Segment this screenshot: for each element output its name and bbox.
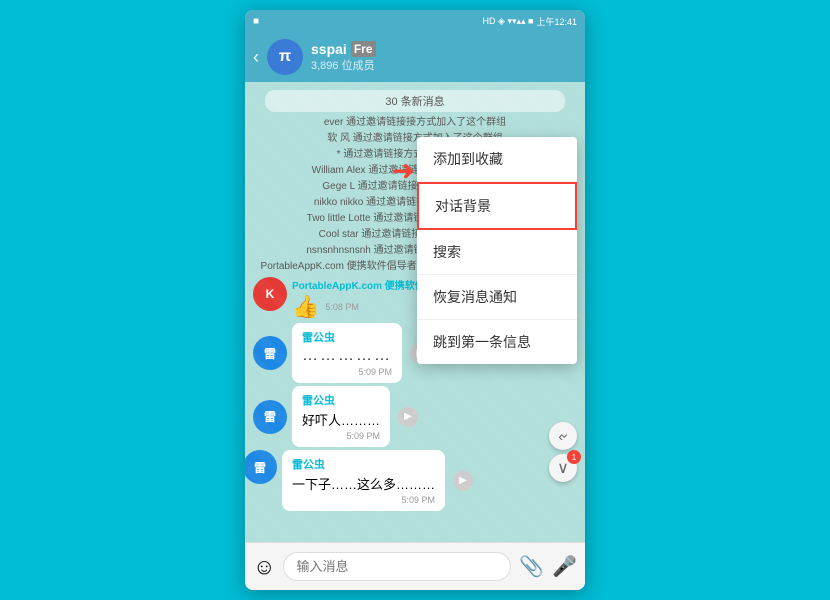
time-display: 上午12:41 (536, 15, 577, 28)
mic-button[interactable]: 🎤 (552, 554, 577, 579)
context-menu: 添加到收藏 对话背景 搜索 恢复消息通知 跳到第一条信息 (417, 137, 577, 364)
signal-text: HD ◈ ▾▾▴▴ ■ (483, 16, 534, 27)
chat-background: 30 条新消息 ever 通过邀请链接接方式加入了这个群组 软 风 通过邀请链接… (245, 82, 585, 542)
status-bar-right: HD ◈ ▾▾▴▴ ■ 上午12:41 (483, 15, 577, 28)
status-bar-left: ■ (253, 16, 259, 27)
chat-body: 30 条新消息 ever 通过邀请链接接方式加入了这个群组 软 风 通过邀请链接… (245, 82, 585, 542)
header-avatar: π (267, 39, 303, 75)
menu-item-restore-notify[interactable]: 恢复消息通知 (417, 275, 577, 320)
chat-header: ‹ π sspai Fre 3,896 位成员 (245, 32, 585, 82)
menu-item-favorites[interactable]: 添加到收藏 (417, 137, 577, 182)
menu-item-jump-first[interactable]: 跳到第一条信息 (417, 320, 577, 364)
back-button[interactable]: ‹ (253, 47, 259, 68)
message-input[interactable] (283, 552, 511, 581)
header-info: sspai Fre 3,896 位成员 (311, 41, 577, 73)
status-bar: ■ HD ◈ ▾▾▴▴ ■ 上午12:41 (245, 10, 585, 32)
status-icon: ■ (253, 16, 259, 27)
menu-item-background[interactable]: 对话背景 (417, 182, 577, 230)
chat-name: sspai Fre (311, 41, 577, 57)
avatar-letter: π (279, 48, 291, 66)
mute-badge: Fre (351, 41, 376, 57)
context-menu-overlay[interactable]: 添加到收藏 对话背景 搜索 恢复消息通知 跳到第一条信息 (245, 82, 585, 542)
emoji-button[interactable]: ☺ (253, 554, 275, 580)
member-count: 3,896 位成员 (311, 57, 577, 73)
menu-item-search[interactable]: 搜索 (417, 230, 577, 275)
phone-frame: ■ HD ◈ ▾▾▴▴ ■ 上午12:41 ‹ π sspai Fre 3,89… (245, 10, 585, 590)
red-arrow: ➜ (392, 154, 415, 187)
input-bar: ☺ 📎 🎤 (245, 542, 585, 590)
attach-button[interactable]: 📎 (519, 554, 544, 579)
